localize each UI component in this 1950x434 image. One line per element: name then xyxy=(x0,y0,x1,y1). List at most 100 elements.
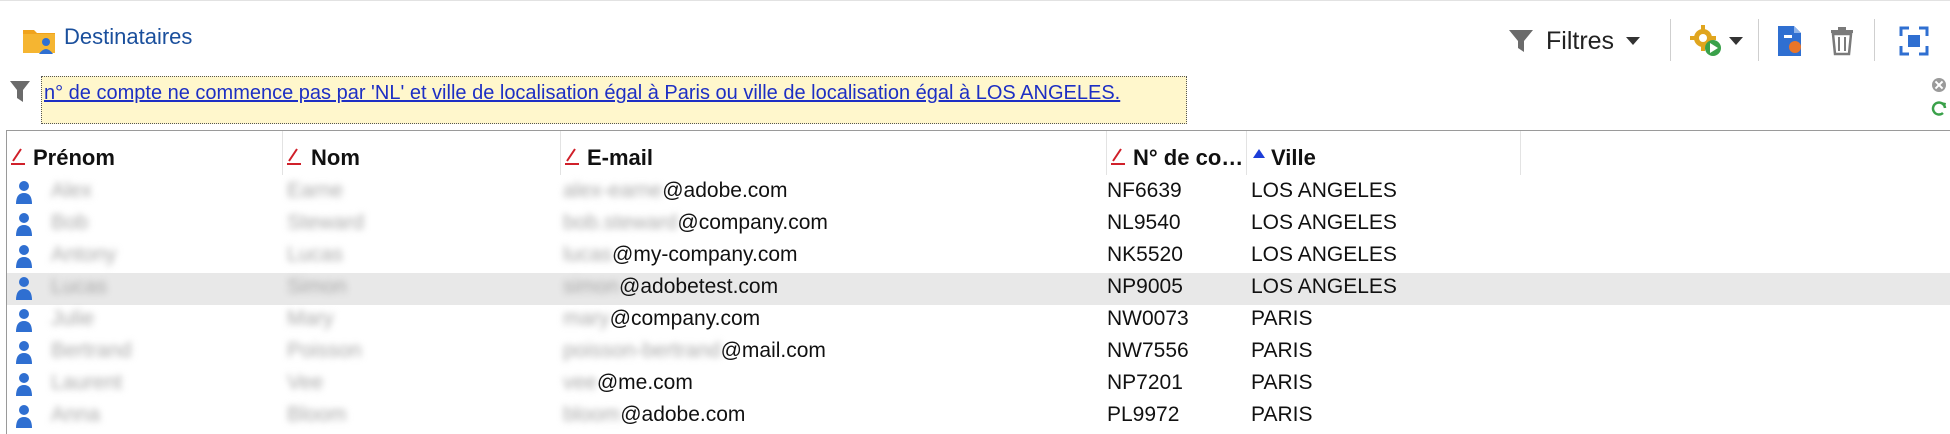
pencil-icon xyxy=(11,148,25,165)
folder-user-icon xyxy=(23,30,55,54)
last-name-cell: Lucas xyxy=(287,243,344,266)
table-row[interactable]: Bertrand Poisson poisson-bertrand@mail.c… xyxy=(7,337,1950,369)
city-cell: PARIS xyxy=(1251,339,1313,362)
first-name-cell: Anna xyxy=(51,403,101,426)
column-header-label: Ville xyxy=(1271,145,1316,170)
table-row[interactable]: Julie Mary mary@company.com NW0073 PARIS xyxy=(7,305,1950,337)
close-icon[interactable] xyxy=(1932,78,1946,92)
email-cell: bloom@adobe.com xyxy=(563,403,745,427)
email-cell: mary@company.com xyxy=(563,307,760,331)
pencil-icon xyxy=(565,148,579,165)
first-name-cell: Alex xyxy=(51,179,92,202)
column-header-label: Nom xyxy=(311,145,360,170)
column-header-label: Prénom xyxy=(33,145,115,170)
email-cell: simon@adobetest.com xyxy=(563,275,778,299)
fullscreen-icon xyxy=(1899,26,1929,56)
person-icon xyxy=(16,405,32,428)
column-header-first-name[interactable]: Prénom xyxy=(7,131,283,175)
chevron-down-icon xyxy=(1729,37,1743,45)
filter-expression[interactable]: n° de compte ne commence pas par 'NL' et… xyxy=(41,76,1187,124)
first-name-cell: Antony xyxy=(51,243,117,266)
account-number-cell: PL9972 xyxy=(1107,403,1180,426)
toolbar-separator xyxy=(1758,19,1759,61)
email-user: alex-earne xyxy=(563,179,663,202)
email-domain: @company.com xyxy=(677,211,828,234)
page-title[interactable]: Destinataires xyxy=(64,24,192,50)
account-number-cell: NW0073 xyxy=(1107,307,1189,330)
filter-expression-link[interactable]: n° de compte ne commence pas par 'NL' et… xyxy=(44,82,1120,104)
first-name-cell: Bob xyxy=(51,211,89,234)
email-domain: @me.com xyxy=(596,371,693,394)
toolbar: Destinataires Filtres xyxy=(0,0,1950,76)
city-cell: LOS ANGELES xyxy=(1251,275,1397,298)
last-name-cell: Vee xyxy=(287,371,324,394)
email-domain: @adobe.com xyxy=(662,179,788,202)
last-name-cell: Earne xyxy=(287,179,344,202)
email-cell: vee@me.com xyxy=(563,371,693,395)
email-domain: @mail.com xyxy=(720,339,826,362)
pencil-icon xyxy=(1111,148,1125,165)
email-cell: lucas@my-company.com xyxy=(563,243,798,267)
city-cell: PARIS xyxy=(1251,371,1313,394)
last-name-cell: Bloom xyxy=(287,403,347,426)
export-button[interactable] xyxy=(1770,19,1810,63)
account-number-cell: NF6639 xyxy=(1107,179,1182,202)
person-icon xyxy=(16,341,32,364)
account-number-cell: NP7201 xyxy=(1107,371,1183,394)
person-icon xyxy=(16,373,32,396)
person-icon xyxy=(16,181,32,204)
trash-icon xyxy=(1831,27,1853,56)
account-number-cell: NK5520 xyxy=(1107,243,1183,266)
email-domain: @company.com xyxy=(609,307,761,330)
fullscreen-button[interactable] xyxy=(1894,19,1934,63)
email-cell: poisson-bertrand@mail.com xyxy=(563,339,826,363)
document-export-icon xyxy=(1778,26,1801,56)
funnel-icon xyxy=(1509,30,1533,52)
email-user: bloom xyxy=(563,403,621,426)
last-name-cell: Mary xyxy=(287,307,334,330)
first-name-cell: Laurent xyxy=(51,371,123,394)
recipients-table: Prénom Nom E-mail N° de co… Ville Alex E… xyxy=(6,130,1950,434)
email-domain: @adobe.com xyxy=(620,403,746,426)
delete-button[interactable] xyxy=(1822,19,1862,63)
email-user: poisson-bertrand xyxy=(563,339,721,362)
column-header-city[interactable]: Ville xyxy=(1247,131,1521,175)
city-cell: PARIS xyxy=(1251,403,1313,426)
filters-button-label: Filtres xyxy=(1546,26,1615,55)
table-row[interactable]: Lucas Simon simon@adobetest.com NP9005 L… xyxy=(7,273,1950,305)
column-header-label: N° de co… xyxy=(1133,145,1244,170)
column-header-email[interactable]: E-mail xyxy=(561,131,1107,175)
refresh-icon[interactable] xyxy=(1930,100,1948,118)
funnel-icon xyxy=(10,81,30,102)
email-cell: bob.steward@company.com xyxy=(563,211,828,235)
table-row[interactable]: Antony Lucas lucas@my-company.com NK5520… xyxy=(7,241,1950,273)
gear-play-icon xyxy=(1690,25,1721,56)
sort-ascending-icon xyxy=(1253,149,1265,158)
table-row[interactable]: Anna Bloom bloom@adobe.com PL9972 PARIS xyxy=(7,401,1950,433)
email-domain: @adobetest.com xyxy=(619,275,779,298)
last-name-cell: Steward xyxy=(287,211,365,234)
column-header-label: E-mail xyxy=(587,145,654,170)
chevron-down-icon xyxy=(1626,37,1641,45)
table-row[interactable]: Alex Earne alex-earne@adobe.com NF6639 L… xyxy=(7,177,1950,209)
toolbar-separator xyxy=(1670,19,1671,61)
email-user: simon xyxy=(563,275,620,298)
person-icon xyxy=(16,245,32,268)
table-header: Prénom Nom E-mail N° de co… Ville xyxy=(7,131,1950,175)
actions-menu-button[interactable] xyxy=(1682,19,1750,63)
table-row[interactable]: Bob Steward bob.steward@company.com NL95… xyxy=(7,209,1950,241)
email-cell: alex-earne@adobe.com xyxy=(563,179,787,203)
filters-button[interactable]: Filtres xyxy=(1508,19,1660,63)
person-icon xyxy=(16,277,32,300)
column-header-account-number[interactable]: N° de co… xyxy=(1107,131,1247,175)
city-cell: LOS ANGELES xyxy=(1251,243,1397,266)
table-row[interactable]: Laurent Vee vee@me.com NP7201 PARIS xyxy=(7,369,1950,401)
last-name-cell: Simon xyxy=(287,275,347,298)
column-header-last-name[interactable]: Nom xyxy=(283,131,561,175)
city-cell: LOS ANGELES xyxy=(1251,179,1397,202)
first-name-cell: Lucas xyxy=(51,275,108,298)
email-domain: @my-company.com xyxy=(612,243,798,266)
account-number-cell: NW7556 xyxy=(1107,339,1189,362)
city-cell: LOS ANGELES xyxy=(1251,211,1397,234)
person-icon xyxy=(16,309,32,332)
